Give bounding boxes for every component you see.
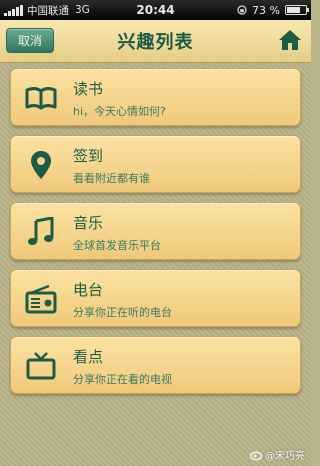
weibo-icon [250, 451, 262, 460]
item-title: 看点 [73, 348, 104, 366]
item-subtitle: 全球首发音乐平台 [73, 239, 161, 252]
location-pin-icon [31, 151, 51, 179]
watermark: @宋巧亮 [250, 447, 305, 462]
lock-rotation-icon [237, 5, 247, 15]
item-subtitle: hi，今天心情如何? [73, 105, 166, 118]
watermark-text: @宋巧亮 [265, 451, 305, 462]
book-icon [25, 87, 57, 110]
list-item-watch[interactable]: 看点 分享你正在看的电视 [10, 336, 301, 394]
navigation-bar: 取消 兴趣列表 [0, 20, 311, 63]
home-icon[interactable] [278, 29, 302, 51]
cancel-button[interactable]: 取消 [6, 28, 54, 53]
item-subtitle: 分享你正在听的电台 [73, 306, 172, 319]
list-item-checkin[interactable]: 签到 看看附近都有谁 [10, 135, 301, 193]
battery-percent: 73 % [252, 3, 280, 17]
item-subtitle: 看看附近都有谁 [73, 172, 150, 185]
list-item-reading[interactable]: 读书 hi，今天心情如何? [10, 68, 301, 126]
tv-icon [26, 352, 56, 380]
item-title: 电台 [73, 281, 104, 299]
item-title: 音乐 [73, 214, 104, 232]
music-note-icon [28, 217, 54, 245]
signal-strength-icon [4, 4, 23, 16]
status-bar: 中国联通 3G 20:44 73 % [0, 0, 311, 20]
radio-icon [25, 284, 57, 314]
battery-icon [285, 5, 309, 15]
status-right: 73 % [237, 3, 309, 17]
item-title: 签到 [73, 147, 104, 165]
item-subtitle: 分享你正在看的电视 [73, 373, 172, 386]
battery-fill [287, 7, 301, 13]
interest-list: 读书 hi，今天心情如何? 签到 看看附近都有谁 音乐 全球首发音乐平台 电台 [0, 63, 311, 466]
list-item-music[interactable]: 音乐 全球首发音乐平台 [10, 202, 301, 260]
page-title: 兴趣列表 [117, 32, 194, 53]
network-type: 3G [75, 4, 90, 16]
item-title: 读书 [73, 80, 104, 98]
carrier-name: 中国联通 [27, 4, 69, 17]
status-left: 中国联通 3G [4, 3, 90, 18]
list-item-radio[interactable]: 电台 分享你正在听的电台 [10, 269, 301, 327]
